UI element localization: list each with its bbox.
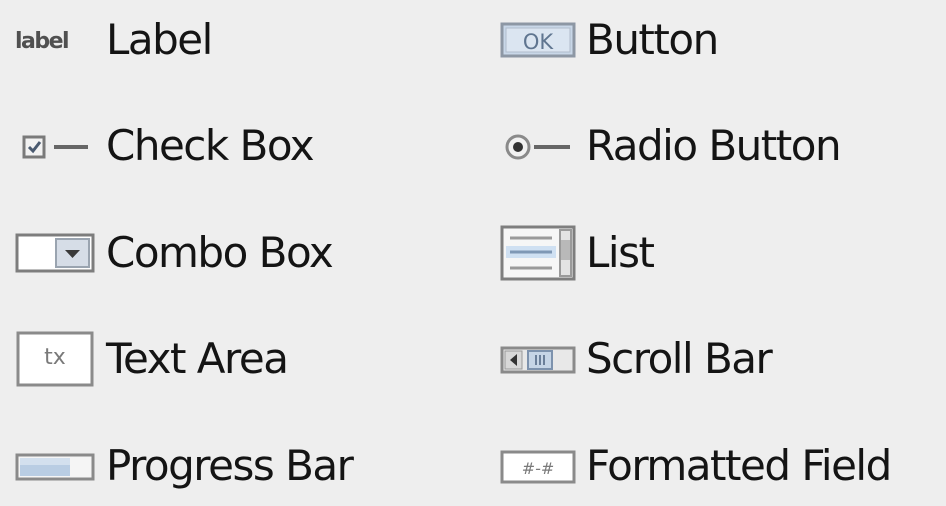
label-icon: label — [14, 20, 96, 60]
palette-item-radio-button[interactable]: Radio Button — [500, 106, 842, 186]
palette-item-radio-button-text: Radio Button — [586, 121, 842, 170]
svg-text:OK: OK — [523, 30, 555, 54]
scroll-bar-icon — [500, 339, 576, 379]
component-palette: label Label OK Button Check Box Radio Bu… — [0, 0, 946, 491]
progress-bar-icon — [14, 446, 96, 486]
palette-item-list[interactable]: List — [500, 213, 655, 293]
palette-item-combo-box[interactable]: Combo Box — [14, 213, 334, 293]
palette-item-button-text: Button — [586, 15, 719, 64]
svg-text:#-#: #-# — [522, 459, 555, 478]
button-icon: OK — [500, 19, 576, 61]
formatted-field-icon: #-# — [500, 446, 576, 486]
list-icon — [500, 224, 576, 282]
palette-item-checkbox[interactable]: Check Box — [14, 106, 315, 186]
palette-item-formatted-field[interactable]: #-# Formatted Field — [500, 426, 892, 506]
checkbox-icon — [14, 126, 96, 166]
palette-item-label[interactable]: label Label — [14, 0, 213, 80]
palette-item-button[interactable]: OK Button — [500, 0, 719, 80]
palette-item-scroll-bar[interactable]: Scroll Bar — [500, 319, 773, 399]
palette-item-combo-box-text: Combo Box — [106, 228, 334, 277]
radio-button-icon — [500, 126, 576, 166]
palette-item-checkbox-text: Check Box — [106, 121, 315, 170]
palette-item-list-text: List — [586, 228, 655, 277]
svg-text:tx: tx — [44, 345, 66, 370]
palette-item-label-text: Label — [106, 15, 213, 64]
palette-item-text-area[interactable]: tx Text Area — [14, 319, 289, 399]
text-area-icon: tx — [14, 330, 96, 388]
palette-item-progress-bar[interactable]: Progress Bar — [14, 426, 354, 506]
svg-text:label: label — [15, 29, 68, 54]
palette-item-formatted-field-text: Formatted Field — [586, 441, 892, 490]
palette-item-text-area-text: Text Area — [106, 334, 289, 383]
palette-item-progress-bar-text: Progress Bar — [106, 441, 354, 490]
combo-box-icon — [14, 231, 96, 275]
palette-item-scroll-bar-text: Scroll Bar — [586, 334, 773, 383]
